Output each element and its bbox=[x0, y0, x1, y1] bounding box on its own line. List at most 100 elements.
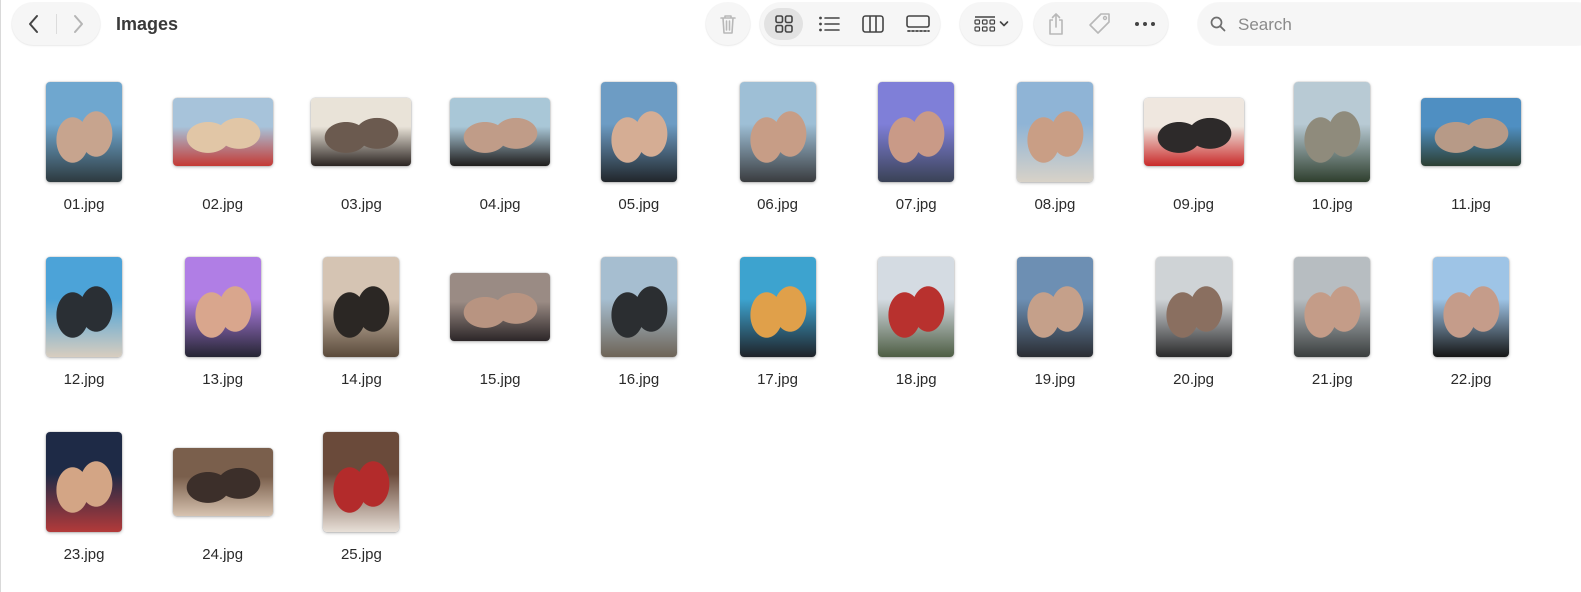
file-item[interactable]: 22.jpg bbox=[1401, 247, 1541, 407]
file-name: 22.jpg bbox=[1450, 371, 1492, 388]
column-view-button[interactable] bbox=[851, 3, 895, 45]
image-thumbnail bbox=[1143, 98, 1244, 166]
file-item[interactable]: 17.jpg bbox=[708, 247, 848, 407]
window-edge bbox=[0, 0, 1, 592]
chevron-down-icon bbox=[999, 21, 1008, 27]
actions-group bbox=[1034, 3, 1168, 45]
file-name: 15.jpg bbox=[479, 371, 521, 388]
file-item[interactable]: 16.jpg bbox=[569, 247, 709, 407]
view-switcher bbox=[760, 3, 940, 45]
image-thumbnail bbox=[600, 257, 677, 357]
image-thumbnail bbox=[739, 82, 816, 182]
delete-button[interactable] bbox=[706, 3, 750, 45]
file-name: 03.jpg bbox=[340, 196, 382, 213]
file-name: 09.jpg bbox=[1173, 196, 1215, 213]
image-thumbnail bbox=[1421, 98, 1521, 166]
file-name: 25.jpg bbox=[340, 546, 382, 563]
file-name: 14.jpg bbox=[340, 371, 382, 388]
forward-button[interactable] bbox=[56, 3, 100, 45]
file-name: 08.jpg bbox=[1034, 196, 1076, 213]
file-item[interactable]: 08.jpg bbox=[985, 72, 1125, 232]
search-input[interactable] bbox=[1236, 11, 1570, 39]
image-thumbnail bbox=[184, 257, 261, 357]
image-thumbnail bbox=[172, 98, 273, 166]
share-button[interactable] bbox=[1034, 3, 1078, 45]
back-button[interactable] bbox=[12, 3, 56, 45]
file-item[interactable]: 03.jpg bbox=[291, 72, 431, 232]
file-name: 19.jpg bbox=[1034, 371, 1076, 388]
image-thumbnail bbox=[600, 82, 677, 182]
tags-button[interactable] bbox=[1078, 3, 1122, 45]
chevron-left-icon bbox=[29, 15, 38, 33]
file-item[interactable]: 24.jpg bbox=[153, 422, 293, 582]
image-thumbnail bbox=[739, 257, 816, 357]
image-thumbnail bbox=[46, 432, 122, 532]
image-thumbnail bbox=[1155, 257, 1232, 357]
file-name: 04.jpg bbox=[479, 196, 521, 213]
file-item[interactable]: 20.jpg bbox=[1124, 247, 1264, 407]
file-item[interactable]: 11.jpg bbox=[1401, 72, 1541, 232]
group-icon bbox=[973, 16, 995, 32]
file-item[interactable]: 10.jpg bbox=[1262, 72, 1402, 232]
file-item[interactable]: 13.jpg bbox=[153, 247, 293, 407]
file-item[interactable]: 09.jpg bbox=[1124, 72, 1264, 232]
file-item[interactable]: 02.jpg bbox=[153, 72, 293, 232]
grid-icon bbox=[774, 15, 793, 33]
file-item[interactable]: 18.jpg bbox=[846, 247, 986, 407]
file-item[interactable]: 21.jpg bbox=[1262, 247, 1402, 407]
file-item[interactable]: 04.jpg bbox=[430, 72, 570, 232]
file-name: 21.jpg bbox=[1311, 371, 1353, 388]
trash-icon bbox=[720, 15, 736, 34]
file-name: 17.jpg bbox=[757, 371, 798, 388]
file-name: 05.jpg bbox=[618, 196, 660, 213]
image-thumbnail bbox=[878, 82, 955, 182]
image-thumbnail bbox=[46, 257, 122, 357]
image-thumbnail bbox=[450, 98, 551, 166]
file-name: 24.jpg bbox=[202, 546, 244, 563]
file-item[interactable]: 06.jpg bbox=[708, 72, 848, 232]
chevron-right-icon bbox=[74, 15, 83, 33]
file-item[interactable]: 05.jpg bbox=[569, 72, 709, 232]
more-button[interactable] bbox=[1122, 3, 1168, 45]
search-field[interactable] bbox=[1198, 3, 1581, 45]
delete-group bbox=[706, 3, 750, 45]
gallery-view-button[interactable] bbox=[895, 3, 940, 45]
file-name: 07.jpg bbox=[895, 196, 937, 213]
file-name: 02.jpg bbox=[202, 196, 244, 213]
file-name: 13.jpg bbox=[202, 371, 244, 388]
icon-view-button[interactable] bbox=[760, 3, 807, 45]
image-thumbnail bbox=[1294, 82, 1371, 182]
file-grid: 01.jpg 02.jpg 03.jpg 04.jpg 05.jpg 06.jpg 07.j… bbox=[14, 72, 1554, 582]
image-thumbnail bbox=[1016, 257, 1093, 357]
gallery-icon bbox=[905, 15, 930, 32]
file-name: 10.jpg bbox=[1311, 196, 1353, 213]
file-item[interactable]: 15.jpg bbox=[430, 247, 570, 407]
image-thumbnail bbox=[1433, 257, 1509, 357]
file-item[interactable]: 12.jpg bbox=[14, 247, 154, 407]
image-thumbnail bbox=[172, 448, 273, 516]
file-item[interactable]: 23.jpg bbox=[14, 422, 154, 582]
file-name: 06.jpg bbox=[757, 196, 798, 213]
group-by-group bbox=[960, 3, 1022, 45]
file-name: 16.jpg bbox=[618, 371, 660, 388]
share-icon bbox=[1049, 13, 1063, 35]
file-name: 20.jpg bbox=[1173, 371, 1215, 388]
file-item[interactable]: 25.jpg bbox=[291, 422, 431, 582]
file-item[interactable]: 07.jpg bbox=[846, 72, 986, 232]
file-name: 12.jpg bbox=[63, 371, 105, 388]
image-thumbnail bbox=[46, 82, 122, 182]
group-by-button[interactable] bbox=[960, 3, 1022, 45]
window-title: Images bbox=[116, 14, 179, 34]
file-item[interactable]: 19.jpg bbox=[985, 247, 1125, 407]
columns-icon bbox=[862, 15, 884, 33]
file-item[interactable]: 01.jpg bbox=[14, 72, 154, 232]
search-icon bbox=[1210, 16, 1226, 32]
file-item[interactable]: 14.jpg bbox=[291, 247, 431, 407]
list-view-button[interactable] bbox=[807, 3, 851, 45]
file-name: 11.jpg bbox=[1451, 196, 1491, 213]
list-icon bbox=[819, 16, 840, 32]
toolbar: Images bbox=[0, 0, 1581, 50]
tag-icon bbox=[1089, 13, 1110, 34]
image-thumbnail bbox=[1016, 82, 1093, 182]
image-thumbnail bbox=[878, 257, 955, 357]
